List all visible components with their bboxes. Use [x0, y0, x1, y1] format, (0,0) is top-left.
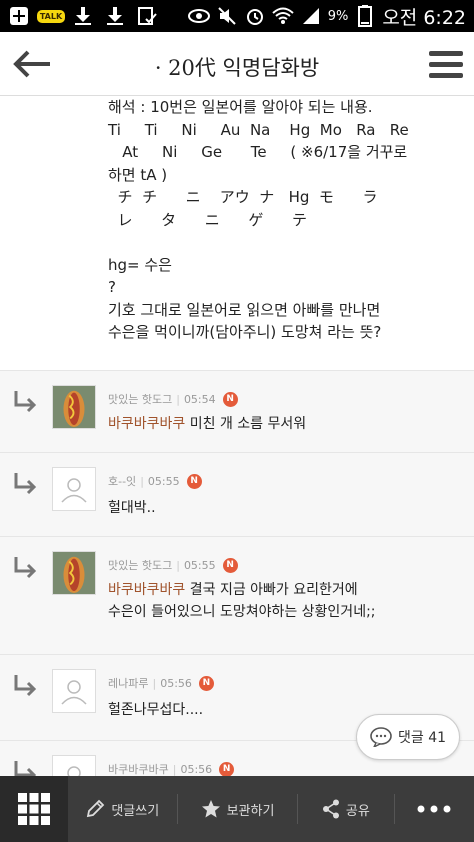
avatar[interactable]: [52, 669, 96, 713]
eye-icon: [187, 5, 210, 27]
comment-text-line: 수은이 들어있으니 도망쳐야하는 상황인거네;;: [108, 604, 376, 620]
post-line: [108, 231, 468, 254]
default-user-icon: [61, 478, 87, 503]
post-line: hg= 수은: [108, 255, 172, 274]
comment-author[interactable]: 맛있는 핫도그: [108, 391, 172, 407]
hotdog-avatar-icon: [53, 386, 95, 428]
more-button[interactable]: [395, 776, 474, 842]
new-badge: N: [186, 473, 202, 489]
hamburger-icon-bar: [429, 61, 463, 67]
bottom-toolbar: 댓글쓰기 보관하기 공유: [0, 776, 474, 842]
comment-author[interactable]: 레나파루: [108, 675, 148, 691]
mention-link[interactable]: 바쿠바쿠바쿠: [108, 582, 185, 598]
comment-meta: 레나파루 | 05:56 N: [108, 675, 214, 691]
kakaotalk-badge-text: TALK: [36, 9, 66, 23]
comment-meta: 호--잇 | 05:55 N: [108, 473, 202, 489]
post-line: 해석 : 10번은 일본어를 알아야 되는 내용.: [108, 98, 373, 116]
grid-menu-button[interactable]: [0, 776, 68, 842]
save-button[interactable]: 보관하기: [178, 776, 297, 842]
comment-count-button[interactable]: 댓글 41: [356, 714, 460, 760]
post-line: ?: [108, 278, 116, 296]
comment-count-label: 댓글 41: [397, 730, 447, 746]
comment-text: 바쿠바쿠바쿠 결국 지금 아빠가 요리한거에 수은이 들어있으니 도망쳐야하는 …: [108, 579, 458, 623]
post-line: 기호 그대로 일본어로 읽으면 아빠를 만나면: [108, 300, 381, 319]
avatar[interactable]: [52, 467, 96, 511]
comment-item: 맛있는 핫도그 | 05:55 N 바쿠바쿠바쿠 결국 지금 아빠가 요리한거에…: [0, 536, 474, 654]
new-badge: N: [222, 557, 238, 573]
new-badge: N: [222, 391, 238, 407]
new-badge: N: [198, 675, 214, 691]
more-dots-icon: [417, 805, 451, 813]
alarm-icon: [244, 5, 266, 27]
app-header: · 20代 익명담화방: [0, 32, 474, 96]
post-line: チ チ ニ アウ ナ Hg モ ラ: [108, 188, 378, 206]
write-comment-button[interactable]: 댓글쓰기: [68, 776, 177, 842]
mute-icon: [216, 5, 238, 27]
signal-icon: [300, 5, 322, 27]
avatar[interactable]: [52, 385, 96, 429]
reply-arrow-icon: [14, 675, 37, 697]
comment-time: 05:56: [160, 676, 192, 690]
post-line: 하면 tA ): [108, 165, 168, 184]
comment-author[interactable]: 바쿠바쿠바쿠: [108, 761, 169, 777]
status-bar: TALK 9% 오전 6:22: [0, 0, 474, 32]
comment-time: 05:56: [180, 762, 213, 776]
post-line: At Ni Ge Te ( ※6/17을 거꾸로: [108, 143, 408, 161]
reply-arrow-icon: [14, 391, 37, 413]
star-icon: [201, 800, 220, 818]
share-icon: [322, 799, 339, 819]
new-badge: N: [219, 761, 235, 777]
comment-text-line: 결국 지금 아빠가 요리한거에: [185, 582, 358, 598]
save-label: 보관하기: [226, 803, 275, 819]
comment-item: 호--잇 | 05:55 N 헐대박..: [0, 452, 474, 536]
share-label: 공유: [345, 803, 370, 819]
comment-time: 05:55: [183, 558, 216, 572]
battery-percent: 9%: [327, 8, 349, 24]
battery-icon: [354, 5, 376, 27]
mention-link[interactable]: 바쿠바쿠바쿠: [108, 416, 185, 432]
post-line: Ti Ti Ni Au Na Hg Mo Ra Re: [108, 120, 409, 139]
reply-arrow-icon: [14, 557, 37, 579]
comment-time: 05:55: [147, 474, 180, 488]
kakaotalk-icon: TALK: [36, 5, 66, 27]
comment-author[interactable]: 맛있는 핫도그: [108, 557, 172, 573]
comment-meta: 맛있는 핫도그 | 05:54 N: [108, 391, 238, 407]
comment-meta: 바쿠바쿠바쿠 | 05:56 N: [108, 761, 235, 777]
hamburger-icon-bar: [429, 50, 463, 56]
comment-item: 맛있는 핫도그 | 05:54 N 바쿠바쿠바쿠 미친 개 소름 무서워: [0, 370, 474, 452]
comment-text: 헐대박..: [108, 497, 458, 519]
comment-text-line: 헐존나무섭다....: [108, 702, 204, 718]
download-icon: [104, 5, 126, 27]
comment-text: 바쿠바쿠바쿠 미친 개 소름 무서워: [108, 413, 458, 435]
comment-author[interactable]: 호--잇: [108, 473, 136, 489]
share-button[interactable]: 공유: [298, 776, 393, 842]
download-icon: [72, 5, 94, 27]
write-comment-label: 댓글쓰기: [111, 803, 160, 819]
post-body: 해석 : 10번은 일본어를 알아야 되는 내용. Ti Ti Ni Au Na…: [108, 96, 468, 344]
post-line: レ タ ニ ゲ テ: [108, 210, 307, 229]
default-user-icon: [61, 680, 87, 705]
speech-bubble-icon: [370, 727, 392, 747]
comment-time: 05:54: [183, 392, 216, 406]
hamburger-icon-bar: [429, 72, 463, 78]
clipboard-check-icon: [136, 5, 158, 27]
avatar[interactable]: [52, 551, 96, 595]
comment-meta: 맛있는 핫도그 | 05:55 N: [108, 557, 238, 573]
page-title: · 20代 익명담화방: [154, 56, 320, 80]
reply-arrow-icon: [14, 473, 37, 495]
comment-text-line: 헐대박..: [108, 500, 156, 516]
menu-button[interactable]: [424, 44, 468, 84]
add-icon: [8, 5, 30, 27]
grid-icon: [17, 793, 50, 825]
hotdog-avatar-icon: [53, 552, 95, 594]
wifi-icon: [272, 5, 294, 27]
pencil-icon: [87, 799, 105, 818]
comment-text-line: 미친 개 소름 무서워: [185, 416, 307, 432]
clock: 오전 6:22: [382, 6, 466, 29]
post-line: 수은을 먹이니까(담아주니) 도망쳐 라는 뜻?: [108, 323, 382, 341]
